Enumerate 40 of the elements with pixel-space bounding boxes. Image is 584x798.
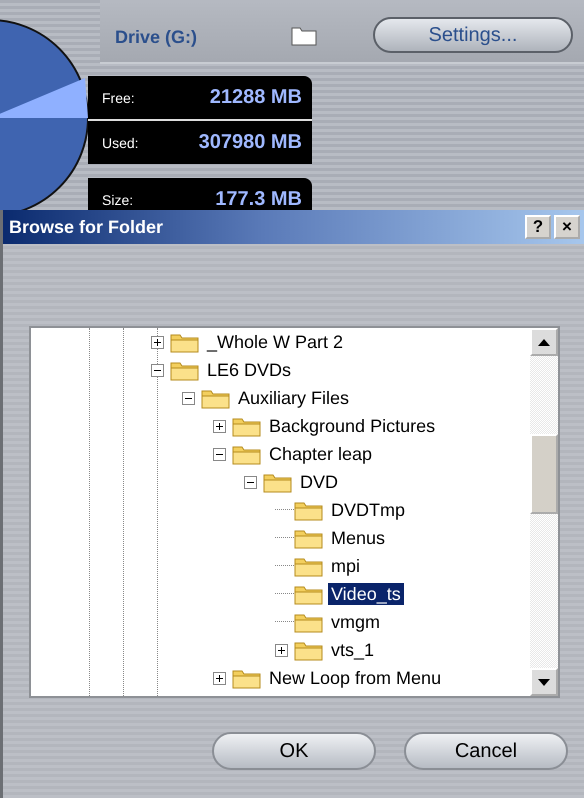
close-button[interactable]: × — [554, 215, 580, 239]
stat-value: 177.3 MB — [215, 188, 302, 210]
drive-label: Drive (G:) — [115, 27, 198, 48]
expand-toggle[interactable] — [151, 336, 164, 348]
scrollbar[interactable] — [530, 328, 558, 696]
folder-item[interactable]: LE6 DVDs — [204, 359, 294, 381]
scroll-up-button[interactable] — [530, 328, 558, 356]
expand-toggle[interactable] — [213, 420, 226, 432]
folder-item[interactable]: DVDTmp — [328, 499, 408, 521]
expand-toggle[interactable] — [275, 644, 288, 656]
down-arrow-icon — [538, 678, 550, 686]
up-arrow-icon — [538, 338, 550, 346]
stat-label: Free: — [102, 90, 135, 106]
folder-item[interactable]: mpi — [328, 555, 364, 577]
cancel-button[interactable]: Cancel — [404, 732, 568, 770]
folder-item[interactable]: Auxiliary Files — [235, 387, 352, 409]
folder-item[interactable]: New Loop from Menu — [266, 667, 444, 689]
folder-item[interactable]: DVD — [297, 471, 342, 493]
stat-label: Used: — [102, 134, 139, 150]
stat-value: 307980 MB — [198, 131, 302, 154]
folder-item[interactable]: vmgm — [328, 611, 383, 633]
help-button[interactable]: ? — [525, 215, 551, 239]
dialog-title: Browse for Folder — [9, 216, 164, 238]
folder-item[interactable]: vts_1 — [328, 639, 378, 661]
ok-button[interactable]: OK — [212, 732, 376, 770]
collapse-toggle[interactable] — [182, 392, 195, 404]
collapse-toggle[interactable] — [151, 364, 164, 376]
folder-item[interactable]: Menus — [328, 527, 388, 549]
scroll-thumb[interactable] — [530, 434, 558, 514]
collapse-toggle[interactable] — [244, 476, 257, 488]
folder-item[interactable]: Chapter leap — [266, 443, 376, 465]
scroll-down-button[interactable] — [530, 668, 558, 696]
folder-item[interactable]: _Whole W Part 2 — [204, 331, 346, 353]
folder-item[interactable]: Video_ts — [328, 583, 404, 605]
folder-item[interactable]: Background Pictures — [266, 415, 438, 437]
stat-value: 21288 MB — [210, 86, 302, 109]
settings-button[interactable]: Settings... — [373, 17, 573, 53]
collapse-toggle[interactable] — [213, 448, 226, 460]
expand-toggle[interactable] — [213, 672, 226, 684]
stat-label: Size: — [102, 192, 134, 208]
